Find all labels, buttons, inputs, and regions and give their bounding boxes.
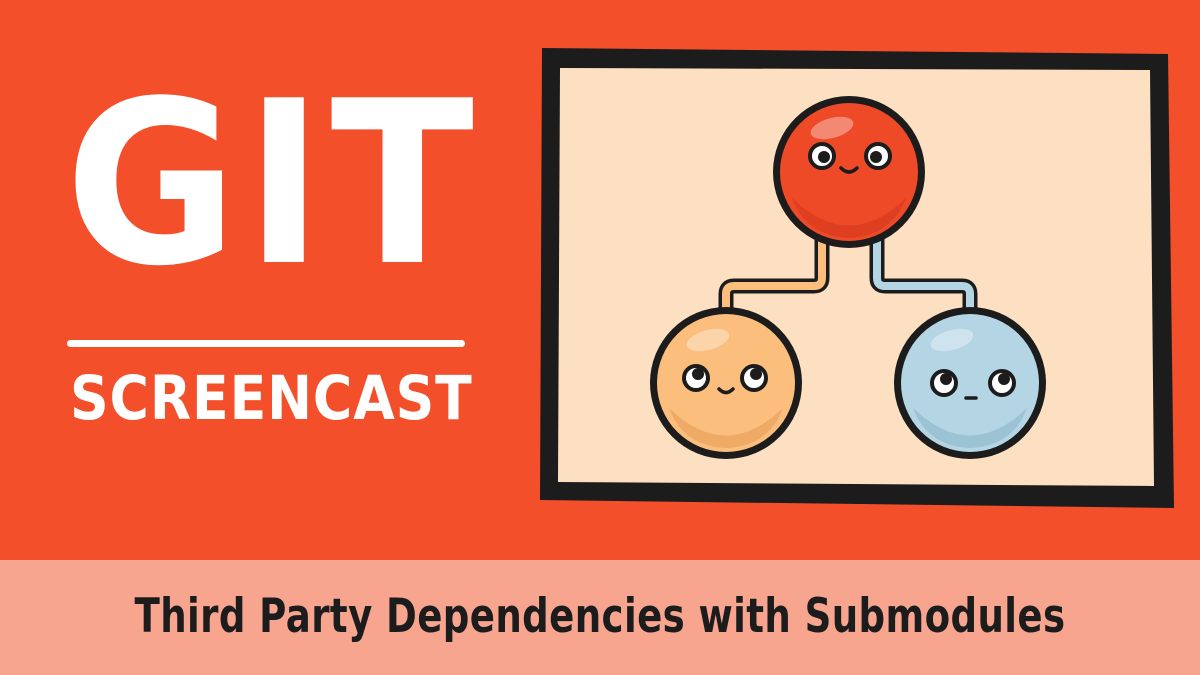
- submodule-node-left: [650, 307, 802, 459]
- eye-icon: [682, 364, 710, 392]
- submodule-illustration: [540, 48, 1174, 508]
- eye-icon: [930, 369, 958, 397]
- parent-repo-node: [773, 96, 925, 248]
- episode-title: Third Party Dependencies with Submodules: [134, 589, 1066, 644]
- thumbnail: GIT SCREENCAST Third Party Dependencies …: [0, 0, 1200, 675]
- eye-icon: [988, 369, 1016, 397]
- brand-title: GIT: [65, 53, 482, 316]
- eye-icon: [808, 142, 836, 170]
- eye-icon: [740, 364, 768, 392]
- eye-icon: [864, 142, 892, 170]
- submodule-node-right: [894, 307, 1046, 459]
- brand-divider: [67, 340, 465, 347]
- brand-subtitle: SCREENCAST: [70, 363, 473, 434]
- brand-block: GIT SCREENCAST: [0, 0, 520, 560]
